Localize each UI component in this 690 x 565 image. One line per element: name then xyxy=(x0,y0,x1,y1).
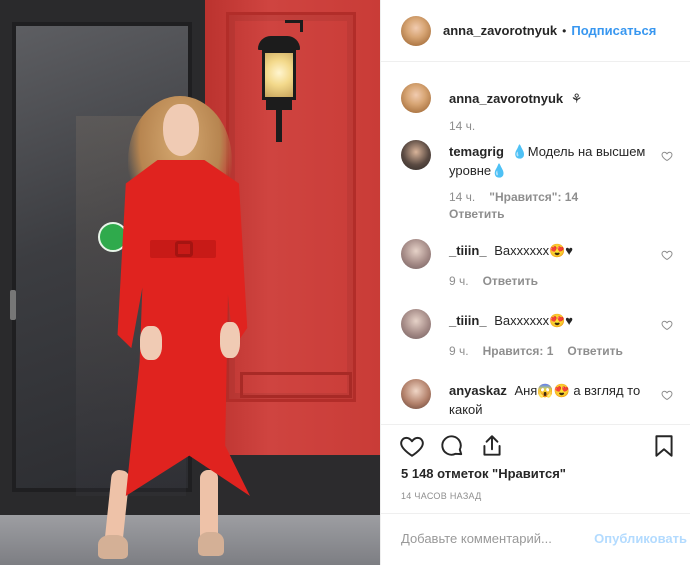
comment-avatar[interactable] xyxy=(401,140,431,170)
comment-avatar[interactable] xyxy=(401,239,431,269)
comments-list[interactable]: anna_zavorotnyuk ⚘ 14 ч. temagrig 💧Модел… xyxy=(381,63,690,424)
comment-username[interactable]: _tiiin_ xyxy=(449,243,487,258)
comment-bubble-icon[interactable] xyxy=(439,433,465,459)
belt-buckle xyxy=(175,241,193,257)
door-handle xyxy=(10,290,16,320)
lamp-cap xyxy=(258,36,300,50)
action-icon-row xyxy=(399,433,505,459)
post-actions: 5 148 отметок "Нравится" 14 часов назад … xyxy=(381,424,690,562)
bookmark-icon[interactable] xyxy=(651,433,677,459)
comment-avatar[interactable] xyxy=(401,309,431,339)
model-shoe-left xyxy=(98,535,128,559)
post-header: anna_zavorotnyuk • Подписаться xyxy=(381,0,690,62)
caption-text: ⚘ xyxy=(570,91,583,106)
caption-meta: 14 ч. xyxy=(449,119,475,133)
caption-avatar[interactable] xyxy=(401,83,431,113)
model-face xyxy=(163,104,199,156)
comment-avatar[interactable] xyxy=(401,379,431,409)
comment-reply-button[interactable]: Ответить xyxy=(449,207,504,221)
post-side-panel: anna_zavorotnyuk • Подписаться anna_zavo… xyxy=(380,0,690,565)
follow-button[interactable]: Подписаться xyxy=(571,23,656,38)
sidewalk xyxy=(0,515,380,565)
street-lamp xyxy=(262,50,296,100)
comment-meta-reply: Ответить xyxy=(449,207,504,221)
comment-like-heart-icon[interactable] xyxy=(661,389,673,401)
comment-like-heart-icon[interactable] xyxy=(661,249,673,261)
add-comment-row: Опубликовать xyxy=(381,513,690,563)
caption-username[interactable]: anna_zavorotnyuk xyxy=(449,91,563,106)
comment-username[interactable]: _tiiin_ xyxy=(449,313,487,328)
header-separator: • xyxy=(562,23,567,38)
comment-text: Вахххххх😍♥ xyxy=(494,243,574,258)
comment-username[interactable]: temagrig xyxy=(449,144,504,159)
lamp-bracket xyxy=(285,20,303,32)
comment-reply-button[interactable]: Ответить xyxy=(483,274,538,288)
comment-like-heart-icon[interactable] xyxy=(661,150,673,162)
comment-text-row: temagrig 💧Модель на высшем уровне💧 xyxy=(449,142,659,180)
comment-meta: 9 ч. Ответить xyxy=(449,274,538,288)
comment-time[interactable]: 9 ч. xyxy=(449,274,469,288)
model-hand-left xyxy=(140,326,162,360)
comment-text-row: anyaskaz Аня😱😍 а взгляд то какой xyxy=(449,381,659,419)
post-timestamp[interactable]: 14 часов назад xyxy=(401,491,482,501)
comment-username[interactable]: anyaskaz xyxy=(449,383,507,398)
comment-meta: 9 ч. Нравится: 1 Ответить xyxy=(449,344,623,358)
comment-reply-button[interactable]: Ответить xyxy=(567,344,622,358)
comment-likes[interactable]: "Нравится": 14 xyxy=(489,190,578,204)
lamp-base xyxy=(266,100,292,110)
comment-text-row: _tiiin_ Вахххххх😍♥ xyxy=(449,241,659,260)
publish-button[interactable]: Опубликовать xyxy=(594,531,687,546)
model-shoe-right xyxy=(198,532,224,556)
model-hand-right xyxy=(220,322,240,358)
comment-input[interactable] xyxy=(401,531,591,546)
comment-text: Вахххххх😍♥ xyxy=(494,313,574,328)
lamp-finial xyxy=(276,110,282,142)
comment-time[interactable]: 9 ч. xyxy=(449,344,469,358)
comment-likes[interactable]: Нравится: 1 xyxy=(483,344,554,358)
comment-time[interactable]: 14 ч. xyxy=(449,190,475,204)
likes-count[interactable]: 5 148 отметок "Нравится" xyxy=(401,466,566,481)
comment-like-heart-icon[interactable] xyxy=(661,319,673,331)
wall-molding-lower xyxy=(240,372,352,398)
caption-time[interactable]: 14 ч. xyxy=(449,119,475,133)
comment-meta: 14 ч. "Нравится": 14 xyxy=(449,190,599,204)
post-photo[interactable] xyxy=(0,0,380,565)
share-upload-icon[interactable] xyxy=(479,433,505,459)
author-avatar[interactable] xyxy=(401,15,431,46)
comment-text-row: _tiiin_ Вахххххх😍♥ xyxy=(449,311,659,330)
author-username[interactable]: anna_zavorotnyuk xyxy=(443,23,557,38)
caption-text-row: anna_zavorotnyuk ⚘ xyxy=(449,89,659,108)
heart-icon[interactable] xyxy=(399,433,425,459)
